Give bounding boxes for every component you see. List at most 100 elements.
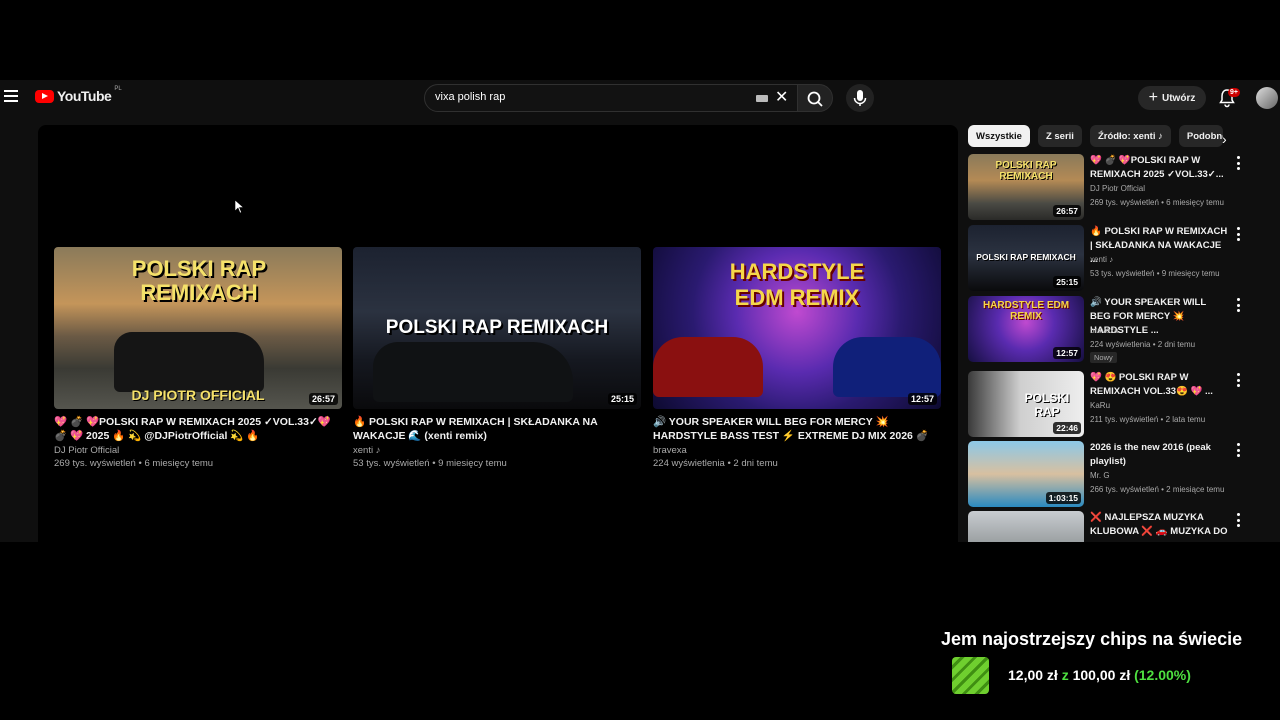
goal-target-amount: 100,00 zł [1072,667,1131,683]
thumbnail-title-text: POLSKI RAP REMIXACH [976,252,1076,262]
goal-percent: (12.00%) [1134,667,1191,683]
video-meta: 224 wyświetlenia • 2 dni temu [1090,340,1196,349]
video-thumbnail[interactable]: HARDSTYLE EDM REMIX 12:57 [968,296,1084,362]
create-button[interactable]: + Utwórz [1138,86,1206,110]
thumbnail-title-text: POLSKI RAP [1024,391,1070,419]
video-duration: 12:57 [907,393,937,405]
recommended-video[interactable]: ❌ NAJLEPSZA MUZYKA KLUBOWA ❌ 🚗 MUZYKA DO… [968,511,1248,542]
notifications-badge: 9+ [1228,88,1240,97]
thumbnail-title-text: HARDSTYLE EDM REMIX [729,259,865,310]
search-button[interactable] [797,84,833,112]
logo-text: YouTube [57,88,112,104]
more-actions-icon[interactable] [1236,227,1240,241]
new-badge: Nowy [1090,352,1117,363]
account-avatar[interactable] [1256,87,1278,109]
video-title[interactable]: 2026 is the new 2016 (peak playlist) [1090,441,1228,469]
video-meta: 266 tys. wyświetleń • 2 miesiące temu [1090,485,1225,494]
car-graphic [114,332,264,392]
video-title[interactable]: 💖 💣 💖POLSKI RAP W REMIXACH 2025 ✓VOL.33✓… [1090,154,1228,182]
goal-logo-icon [952,657,989,694]
keyboard-icon[interactable] [756,95,768,102]
more-actions-icon[interactable] [1236,156,1240,170]
blue-car-graphic [833,337,941,397]
video-duration: 1:03:15 [1045,492,1081,504]
channel-name[interactable]: DJ Piotr Official [54,445,342,456]
thumbnail-title-text: POLSKI RAP REMIXACH [385,317,609,338]
channel-name[interactable]: xenti ♪ [1090,255,1113,264]
plus-icon: + [1148,89,1158,106]
red-car-graphic [653,337,763,397]
car-graphic [373,342,573,402]
video-meta: 224 wyświetlenia • 2 dni temu [653,458,778,469]
video-duration: 12:57 [1053,347,1081,359]
masthead: YouTube PL vixa polish rap ✕ + Utwórz 9+ [0,80,1280,116]
recommended-video[interactable]: HARDSTYLE EDM REMIX 12:57 🔊 YOUR SPEAKER… [968,296,1248,363]
video-meta: 269 tys. wyświetleń • 6 miesięcy temu [1090,198,1224,207]
goal-current-amount: 12,00 zł [1008,667,1058,683]
region-code: PL [114,86,122,92]
channel-name[interactable]: xenti ♪ [353,445,641,456]
create-label: Utwórz [1162,92,1196,104]
video-title[interactable]: 💖 😍 POLSKI RAP W REMIXACH VOL.33😍 💖 ... [1090,371,1228,399]
thumbnail-subtitle-text: DJ PIOTR OFFICIAL [131,387,265,403]
mouse-cursor-icon [235,200,245,214]
menu-icon[interactable] [4,90,18,102]
video-thumbnail[interactable]: POLSKI RAP REMIXACH 25:15 [353,247,641,409]
chip-all[interactable]: Wszystkie [968,125,1030,147]
video-thumbnail[interactable]: 1:03:15 [968,441,1084,507]
video-duration: 26:57 [308,393,338,405]
channel-name[interactable]: DJ Piotr Official [1090,184,1145,193]
goal-progress-text: 12,00 zł z 100,00 zł (12.00%) [1008,667,1191,683]
channel-name[interactable]: Mr. G [1090,471,1110,480]
chip-from-series[interactable]: Z serii [1037,125,1082,147]
goal-of-word: z [1061,667,1069,683]
video-title[interactable]: ❌ NAJLEPSZA MUZYKA KLUBOWA ❌ 🚗 MUZYKA DO… [1090,511,1228,542]
end-screen-video-card[interactable]: HARDSTYLE EDM REMIX 12:57 🔊 YOUR SPEAKER… [653,247,941,469]
channel-name[interactable]: KaRu [1090,401,1110,410]
recommended-video[interactable]: 1:03:15 2026 is the new 2016 (peak playl… [968,441,1248,507]
thumbnail-title-text: POLSKI RAP REMIXACH [131,256,267,305]
recommended-video[interactable]: POLSKI RAP 22:46 💖 😍 POLSKI RAP W REMIXA… [968,371,1248,437]
thumbnail-title-text: HARDSTYLE EDM REMIX [982,300,1070,322]
video-meta: 211 tys. wyświetleń • 2 lata temu [1090,415,1206,424]
video-thumbnail[interactable]: POLSKI RAP 22:46 [968,371,1084,437]
voice-search-button[interactable] [846,84,874,112]
video-duration: 25:15 [607,393,637,405]
video-thumbnail[interactable]: POLSKI RAP REMIXACH DJ PIOTR OFFICIAL 26… [54,247,342,409]
search-input[interactable]: vixa polish rap [435,91,505,103]
chevron-right-icon[interactable]: › [1222,131,1227,147]
video-thumbnail[interactable]: POLSKI RAP REMIXACH 25:15 [968,225,1084,291]
channel-name[interactable]: bravexa [1090,326,1118,335]
video-thumbnail[interactable] [968,511,1084,542]
more-actions-icon[interactable] [1236,443,1240,457]
search-box[interactable]: vixa polish rap ✕ [424,84,798,112]
video-thumbnail[interactable]: HARDSTYLE EDM REMIX 12:57 [653,247,941,409]
youtube-play-icon [35,89,54,103]
channel-name[interactable]: bravexa [653,445,941,456]
recommended-video[interactable]: POLSKI RAP REMIXACH 26:57 💖 💣 💖POLSKI RA… [968,154,1248,220]
video-meta: 53 tys. wyświetleń • 9 miesięcy temu [353,458,507,469]
video-title[interactable]: 💖 💣 💖POLSKI RAP W REMIXACH 2025 ✓VOL.33✓… [54,415,342,443]
video-title[interactable]: 🔊 YOUR SPEAKER WILL BEG FOR MERCY 💥 HARD… [653,415,941,443]
video-duration: 22:46 [1053,422,1081,434]
video-duration: 26:57 [1053,205,1081,217]
end-screen-video-card[interactable]: POLSKI RAP REMIXACH DJ PIOTR OFFICIAL 26… [54,247,342,469]
more-actions-icon[interactable] [1236,373,1240,387]
video-title[interactable]: 🔥 POLSKI RAP W REMIXACH | SKŁADANKA NA W… [353,415,641,443]
video-meta: 53 tys. wyświetleń • 9 miesięcy temu [1090,269,1220,278]
video-meta: 269 tys. wyświetleń • 6 miesięcy temu [54,458,214,469]
youtube-logo[interactable]: YouTube PL [35,86,122,104]
search-icon [807,91,823,107]
chip-related[interactable]: Podobne [1178,125,1223,147]
clear-search-icon[interactable]: ✕ [775,89,788,107]
end-screen-video-card[interactable]: POLSKI RAP REMIXACH 25:15 🔥 POLSKI RAP W… [353,247,641,469]
more-actions-icon[interactable] [1236,298,1240,312]
more-actions-icon[interactable] [1236,513,1240,527]
microphone-icon [853,90,867,106]
recommended-video[interactable]: POLSKI RAP REMIXACH 25:15 🔥 POLSKI RAP W… [968,225,1248,291]
video-duration: 25:15 [1053,276,1081,288]
goal-title: Jem najostrzejszy chips na świecie [941,629,1243,649]
thumbnail-title-text: POLSKI RAP REMIXACH [995,160,1057,182]
chip-from-source[interactable]: Źródło: xenti ♪ [1089,125,1171,147]
video-thumbnail[interactable]: POLSKI RAP REMIXACH 26:57 [968,154,1084,220]
